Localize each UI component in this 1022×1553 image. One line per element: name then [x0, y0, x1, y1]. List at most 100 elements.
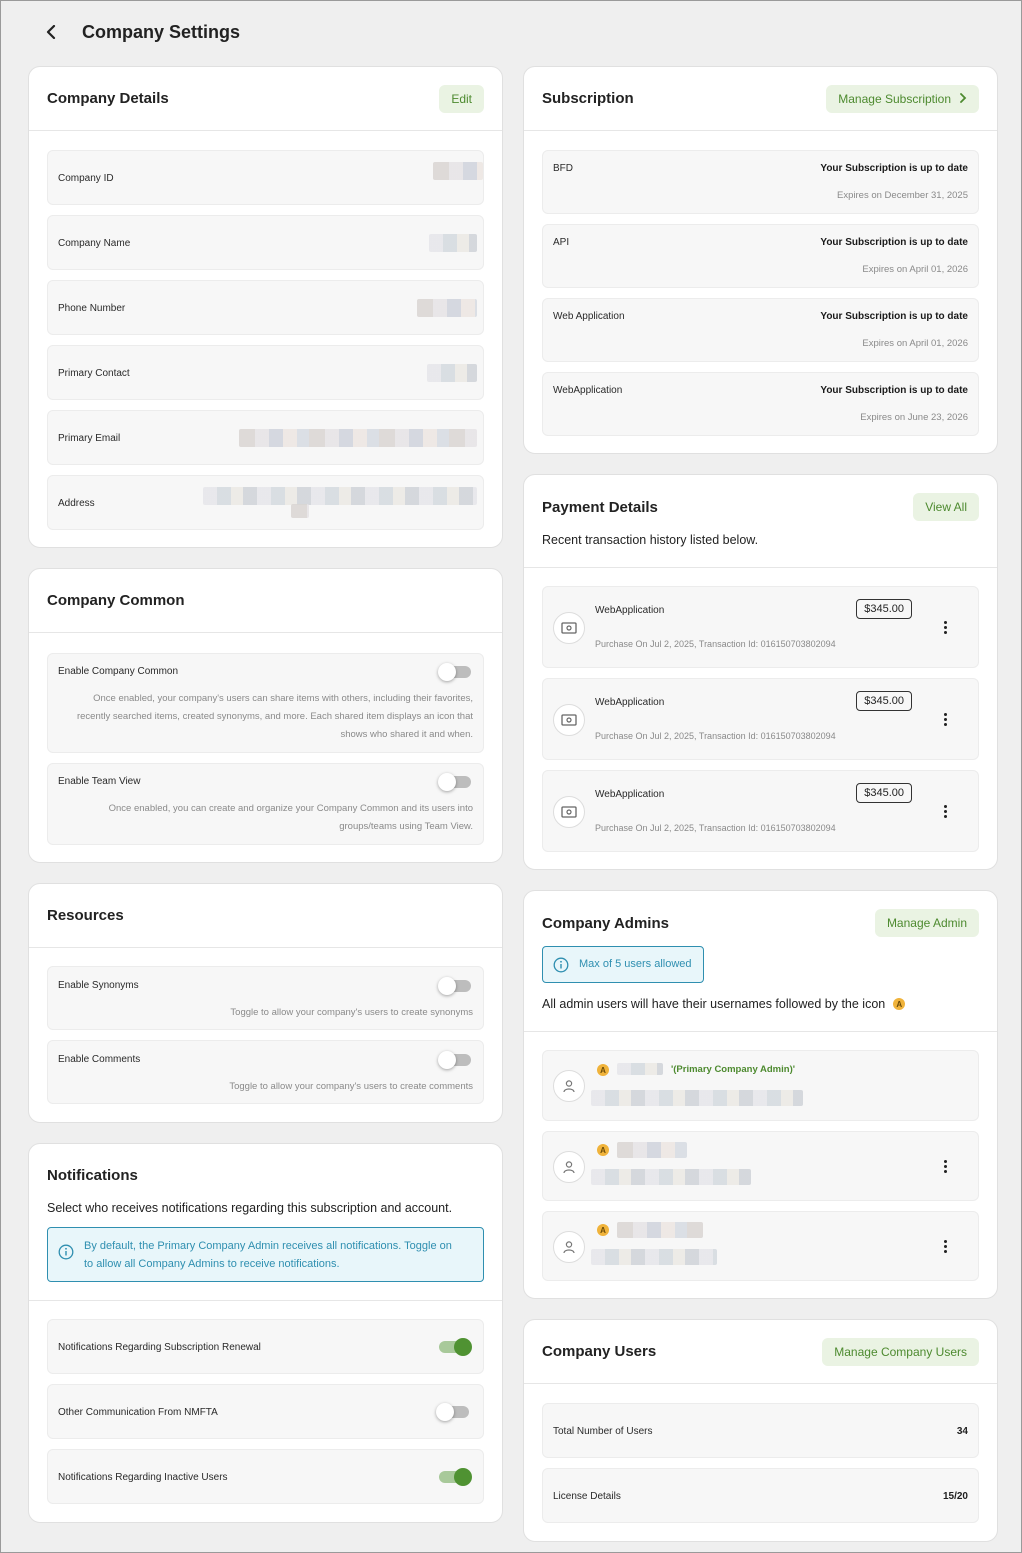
- payment-product: WebApplication: [595, 697, 665, 708]
- company-users-title: Company Users: [542, 1343, 657, 1360]
- redacted-email: [591, 1169, 751, 1185]
- back-arrow-icon[interactable]: [40, 21, 62, 43]
- field-label: Company Name: [58, 238, 131, 249]
- license-details-label: License Details: [553, 1491, 621, 1502]
- redacted-email: [591, 1249, 717, 1265]
- inactive-users-toggle[interactable]: [439, 1468, 472, 1486]
- total-users-row: Total Number of Users 34: [542, 1403, 979, 1458]
- toggle-knob: [436, 1403, 454, 1421]
- admin-row-primary: A '(Primary Company Admin)': [542, 1050, 979, 1121]
- admin-row: A: [542, 1131, 979, 1201]
- subscription-status: Your Subscription is up to date: [820, 311, 968, 322]
- subscription-row: WebApplication Your Subscription is up t…: [542, 372, 979, 436]
- admin-badge-icon: A: [597, 1064, 609, 1076]
- license-details-value: 15/20: [942, 1491, 968, 1502]
- admin-row: A: [542, 1211, 979, 1281]
- admin-icon-note-text: All admin users will have their username…: [542, 997, 886, 1011]
- notifications-card: Notifications Select who receives notifi…: [28, 1143, 503, 1523]
- payment-detail: Purchase On Jul 2, 2025, Transaction Id:…: [595, 731, 836, 741]
- user-avatar-icon: [553, 1151, 585, 1183]
- comments-toggle[interactable]: [438, 1051, 471, 1069]
- setting-label: Enable Synonyms: [58, 980, 139, 991]
- field-label: Primary Email: [58, 433, 121, 444]
- subscription-name: API: [553, 237, 570, 248]
- setting-description: Toggle to allow your company's users to …: [230, 1007, 473, 1018]
- cash-icon: [553, 796, 585, 828]
- license-details-row: License Details 15/20: [542, 1468, 979, 1523]
- toggle-knob: [438, 663, 456, 681]
- manage-company-users-button[interactable]: Manage Company Users: [822, 1337, 979, 1366]
- resources-card: Resources Enable Synonyms Toggle to allo…: [28, 883, 503, 1123]
- field-row-phone-number: Phone Number: [47, 280, 484, 335]
- manage-subscription-label: Manage Subscription: [838, 91, 951, 106]
- payment-amount: $345.00: [856, 783, 912, 803]
- cash-icon: [553, 704, 585, 736]
- payment-details-title: Payment Details: [542, 499, 658, 516]
- more-options-icon[interactable]: [942, 713, 948, 726]
- subscription-status: Your Subscription is up to date: [820, 163, 968, 174]
- payment-amount: $345.00: [856, 691, 912, 711]
- synonyms-toggle[interactable]: [438, 977, 471, 995]
- subscription-expiry: Expires on April 01, 2026: [862, 338, 968, 349]
- subscription-name: BFD: [553, 163, 573, 174]
- company-common-title: Company Common: [47, 592, 185, 609]
- payment-subtitle: Recent transaction history listed below.: [542, 533, 759, 547]
- subscription-name: WebApplication: [553, 385, 623, 396]
- subscription-title: Subscription: [542, 90, 634, 107]
- company-details-header: Company Details Edit: [29, 67, 502, 131]
- field-label: Primary Contact: [58, 368, 130, 379]
- company-details-title: Company Details: [47, 90, 169, 107]
- payment-detail: Purchase On Jul 2, 2025, Transaction Id:…: [595, 639, 836, 649]
- total-users-value: 34: [956, 1426, 968, 1437]
- total-users-label: Total Number of Users: [553, 1426, 653, 1437]
- setting-label: Enable Comments: [58, 1054, 141, 1065]
- toggle-knob: [438, 773, 456, 791]
- admin-badge-icon: A: [597, 1224, 609, 1236]
- more-options-icon[interactable]: [942, 1240, 948, 1253]
- payment-detail: Purchase On Jul 2, 2025, Transaction Id:…: [595, 823, 836, 833]
- setting-row-company-common: Enable Company Common Once enabled, your…: [47, 653, 484, 753]
- field-row-primary-contact: Primary Contact: [47, 345, 484, 400]
- chevron-right-icon: [959, 92, 967, 106]
- payment-row: WebApplication $345.00 Purchase On Jul 2…: [542, 770, 979, 852]
- nmfta-communication-toggle[interactable]: [436, 1403, 469, 1421]
- edit-button[interactable]: Edit: [439, 84, 484, 113]
- redacted-email: [591, 1090, 803, 1106]
- toggle-knob: [454, 1468, 472, 1486]
- manage-subscription-button[interactable]: Manage Subscription: [826, 84, 979, 113]
- notifications-title: Notifications: [47, 1167, 138, 1184]
- team-view-toggle[interactable]: [438, 773, 471, 791]
- payment-product: WebApplication: [595, 789, 665, 800]
- payment-amount: $345.00: [856, 599, 912, 619]
- notifications-info-box: By default, the Primary Company Admin re…: [47, 1227, 484, 1282]
- admin-badge-icon: A: [597, 1144, 609, 1156]
- notification-row-renewal: Notifications Regarding Subscription Ren…: [47, 1319, 484, 1374]
- company-users-header: Company Users Manage Company Users: [524, 1320, 997, 1384]
- redacted-value: [239, 429, 477, 447]
- primary-admin-tag: '(Primary Company Admin)': [671, 1064, 795, 1075]
- payment-details-card: Payment Details View All Recent transact…: [523, 474, 998, 870]
- redacted-value: [291, 504, 309, 518]
- more-options-icon[interactable]: [942, 805, 948, 818]
- toggle-knob: [438, 977, 456, 995]
- company-common-toggle[interactable]: [438, 663, 471, 681]
- subscription-expiry: Expires on December 31, 2025: [837, 190, 968, 201]
- manage-admin-button[interactable]: Manage Admin: [874, 909, 979, 937]
- company-common-card: Company Common Enable Company Common Onc…: [28, 568, 503, 863]
- view-all-button[interactable]: View All: [913, 493, 979, 521]
- renewal-notification-toggle[interactable]: [439, 1338, 472, 1356]
- subscription-row: BFD Your Subscription is up to date Expi…: [542, 150, 979, 214]
- redacted-username: [617, 1142, 687, 1158]
- page-title: Company Settings: [82, 21, 241, 42]
- redacted-username: [617, 1063, 663, 1075]
- company-admins-card: Company Admins Manage Admin Max of 5 use…: [523, 890, 998, 1299]
- notifications-subtitle: Select who receives notifications regard…: [47, 1201, 453, 1215]
- field-label: Phone Number: [58, 303, 126, 314]
- page-header: Company Settings: [40, 20, 240, 44]
- redacted-value: [203, 487, 477, 505]
- more-options-icon[interactable]: [942, 621, 948, 634]
- more-options-icon[interactable]: [942, 1160, 948, 1173]
- company-details-card: Company Details Edit Company ID Company …: [28, 66, 503, 548]
- subscription-header: Subscription Manage Subscription: [524, 67, 997, 131]
- subscription-row: API Your Subscription is up to date Expi…: [542, 224, 979, 288]
